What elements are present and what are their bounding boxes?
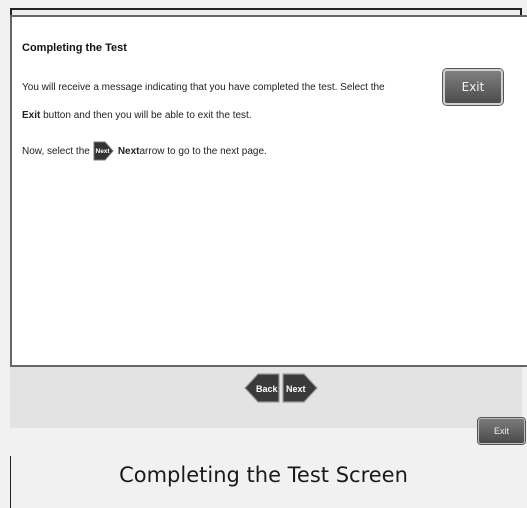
content-panel (10, 15, 527, 367)
instruction-line-3: Now, select the Next Next arrow to go to… (22, 139, 267, 163)
next-button[interactable]: Next (282, 373, 318, 403)
exit-button[interactable]: Exit (478, 418, 525, 444)
exit-bold-text: Exit (22, 110, 41, 121)
back-label: Back (256, 384, 279, 394)
figure-caption: Completing the Test Screen (119, 463, 408, 487)
page-title: Completing the Test (22, 42, 127, 54)
back-button[interactable]: Back (244, 373, 280, 403)
inline-next-arrow-icon: Next (92, 140, 114, 162)
next-label: Next (286, 384, 306, 394)
instruction-line-3-rest: arrow to go to the next page. (139, 145, 267, 157)
instruction-line-3-start: Now, select the (22, 145, 90, 157)
inline-exit-button-image: Exit (443, 69, 503, 105)
next-bold-text: Next (117, 145, 140, 157)
inline-next-label: Next (95, 148, 110, 155)
instruction-line-2: Exit button and then you will be able to… (22, 110, 252, 121)
instruction-line-1: You will receive a message indicating th… (22, 82, 385, 93)
instruction-line-2-rest: button and then you will be able to exit… (40, 110, 252, 121)
